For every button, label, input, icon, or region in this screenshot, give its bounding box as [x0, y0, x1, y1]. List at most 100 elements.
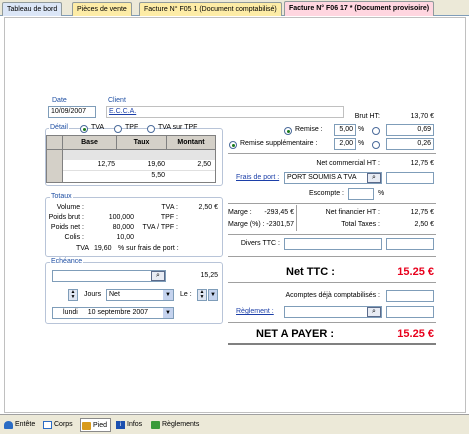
- net-commercial-label: Net commercial HT :: [316, 160, 380, 167]
- remise-pct-symbol: %: [358, 126, 365, 133]
- date-field[interactable]: 10/09/2007: [48, 106, 96, 118]
- echeance-amount: 15,25: [200, 272, 218, 279]
- frais-de-port-link[interactable]: Frais de port :: [236, 174, 279, 181]
- infos-label: Infos: [127, 421, 143, 428]
- radio-tva-sur-tpf-label: TVA sur TPF: [158, 124, 198, 131]
- divers-ttc-field[interactable]: [284, 238, 382, 250]
- echeance-legend: Echéance: [50, 258, 84, 265]
- reglement-link[interactable]: Règlement :: [236, 308, 274, 315]
- client-legend: Client: [107, 97, 127, 104]
- table-row[interactable]: 5,50: [63, 171, 215, 182]
- row-header-column: [47, 150, 63, 182]
- radio-tva[interactable]: [80, 125, 88, 133]
- echeance-date-picker[interactable]: lundi 10 septembre 2007 ▼: [52, 307, 174, 319]
- remise-supp-amount-field[interactable]: 0,26: [386, 138, 434, 150]
- chevron-down-icon[interactable]: ▼: [163, 290, 173, 300]
- jours-select[interactable]: Net ▼: [106, 289, 174, 301]
- divider: [228, 282, 436, 283]
- escompte-pct-symbol: %: [378, 190, 385, 197]
- column-header-taux[interactable]: Taux: [117, 136, 167, 150]
- totaux-legend: Totaux: [50, 193, 73, 200]
- acomptes-field[interactable]: [386, 290, 434, 302]
- remise-amount-field[interactable]: 0,69: [386, 124, 434, 136]
- divider: [228, 203, 436, 204]
- total-taxes-label: Total Taxes :: [341, 221, 380, 228]
- remise-supp-pct-field[interactable]: 2,00: [334, 138, 356, 150]
- divers-ttc-amount[interactable]: [386, 238, 434, 250]
- magnifier-icon: ⌕: [372, 174, 376, 181]
- column-header-base[interactable]: Base: [63, 136, 117, 150]
- poids-brut-label: Poids brut :: [48, 214, 84, 221]
- tax-grid[interactable]: Base Taux Montant 12,75 19,60 2,50 5,50: [46, 135, 216, 183]
- marge-label: Marge :: [228, 209, 252, 216]
- acomptes-label: Acomptes déjà comptabilisés :: [285, 292, 380, 299]
- client-link[interactable]: E.C.C.A.: [109, 108, 136, 115]
- marge-value: -293,45 €: [264, 209, 294, 216]
- tab-facture-f05[interactable]: Facture N° F05 1 (Document comptabilisé): [139, 2, 282, 16]
- colis-value: 10,00: [116, 234, 134, 241]
- frais-de-port-field[interactable]: PORT SOUMIS A TVA ⌕: [284, 172, 382, 184]
- search-button[interactable]: ⌕: [367, 173, 381, 183]
- pied-button[interactable]: Pied: [80, 418, 112, 432]
- remise-supp-radio[interactable]: [229, 141, 237, 149]
- le-dropdown[interactable]: ▼: [208, 289, 218, 301]
- search-button[interactable]: ⌕: [367, 307, 381, 317]
- tva-tpf-label: TVA / TPF :: [142, 224, 178, 231]
- tva-value: 2,50 €: [198, 204, 218, 211]
- escompte-label: Escompte :: [308, 190, 344, 197]
- remise-label: Remise :: [295, 126, 323, 133]
- net-financier-value: 12,75 €: [410, 209, 434, 216]
- volume-label: Volume :: [56, 204, 84, 211]
- poids-net-value: 80,000: [112, 224, 134, 231]
- net-ttc-value: 15.25 €: [397, 266, 434, 278]
- chevron-down-icon[interactable]: ▼: [163, 308, 173, 318]
- chevron-down-icon[interactable]: ▼: [209, 290, 217, 300]
- user-icon: [4, 421, 13, 429]
- table-row-empty[interactable]: [63, 150, 215, 160]
- tva-frais-prefix: TVA: [76, 245, 90, 252]
- reglement-amount[interactable]: [386, 306, 434, 318]
- corps-button[interactable]: Corps: [42, 418, 73, 432]
- remise-supp-label: Remise supplémentaire :: [240, 140, 318, 147]
- total-taxes-value: 2,50 €: [414, 221, 434, 228]
- remise-amount-radio[interactable]: [372, 127, 380, 135]
- reglements-button[interactable]: Règlements: [150, 418, 199, 432]
- tva-frais-suffix: % sur frais de port :: [118, 245, 179, 252]
- infos-button[interactable]: i Infos: [115, 418, 142, 432]
- payment-icon: [151, 421, 160, 429]
- pied-label: Pied: [93, 422, 108, 429]
- divider: [228, 234, 436, 235]
- net-ttc-label: Net TTC :: [286, 266, 335, 278]
- radio-tva-sur-tpf[interactable]: [147, 125, 155, 133]
- bottom-toolbar: Entête Corps Pied i Infos Règlements: [0, 414, 469, 434]
- reglement-field[interactable]: ⌕: [284, 306, 382, 318]
- colis-label: Colis :: [64, 234, 84, 241]
- brut-ht-value: 13,70 €: [410, 113, 434, 120]
- tab-bar: Tableau de bord Pièces de vente Facture …: [0, 0, 469, 16]
- cell-taux: 5,50: [151, 172, 165, 179]
- entete-button[interactable]: Entête: [3, 418, 35, 432]
- le-stepper[interactable]: ▲ ▼: [197, 289, 207, 301]
- frais-de-port-amount[interactable]: [386, 172, 434, 184]
- date-day: lundi: [63, 309, 78, 316]
- column-header-montant[interactable]: Montant: [167, 136, 215, 150]
- escompte-field[interactable]: [348, 188, 374, 200]
- search-button[interactable]: ⌕: [151, 271, 165, 281]
- remise-supp-pct-symbol: %: [358, 140, 365, 147]
- remise-pct-field[interactable]: 5,00: [334, 124, 356, 136]
- marge-pct-value: -2301,57: [266, 221, 294, 228]
- tab-tableau-de-bord[interactable]: Tableau de bord: [2, 2, 63, 16]
- tab-facture-f06[interactable]: Facture N° F06 17 * (Document provisoire…: [284, 1, 435, 16]
- jours-stepper[interactable]: ▲ ▼: [68, 289, 78, 301]
- cell-base: 12,75: [97, 161, 115, 168]
- echeance-mode-field[interactable]: ⌕: [52, 270, 166, 282]
- magnifier-icon: ⌕: [372, 308, 376, 315]
- tab-pieces-de-vente[interactable]: Pièces de vente: [72, 2, 132, 16]
- remise-radio[interactable]: [284, 127, 292, 135]
- divider: [228, 322, 436, 323]
- frais-de-port-value: PORT SOUMIS A TVA: [287, 174, 357, 181]
- radio-tpf[interactable]: [114, 125, 122, 133]
- remise-supp-amount-radio[interactable]: [372, 141, 380, 149]
- margin-divider: [296, 205, 297, 231]
- table-row[interactable]: 12,75 19,60 2,50: [63, 160, 215, 171]
